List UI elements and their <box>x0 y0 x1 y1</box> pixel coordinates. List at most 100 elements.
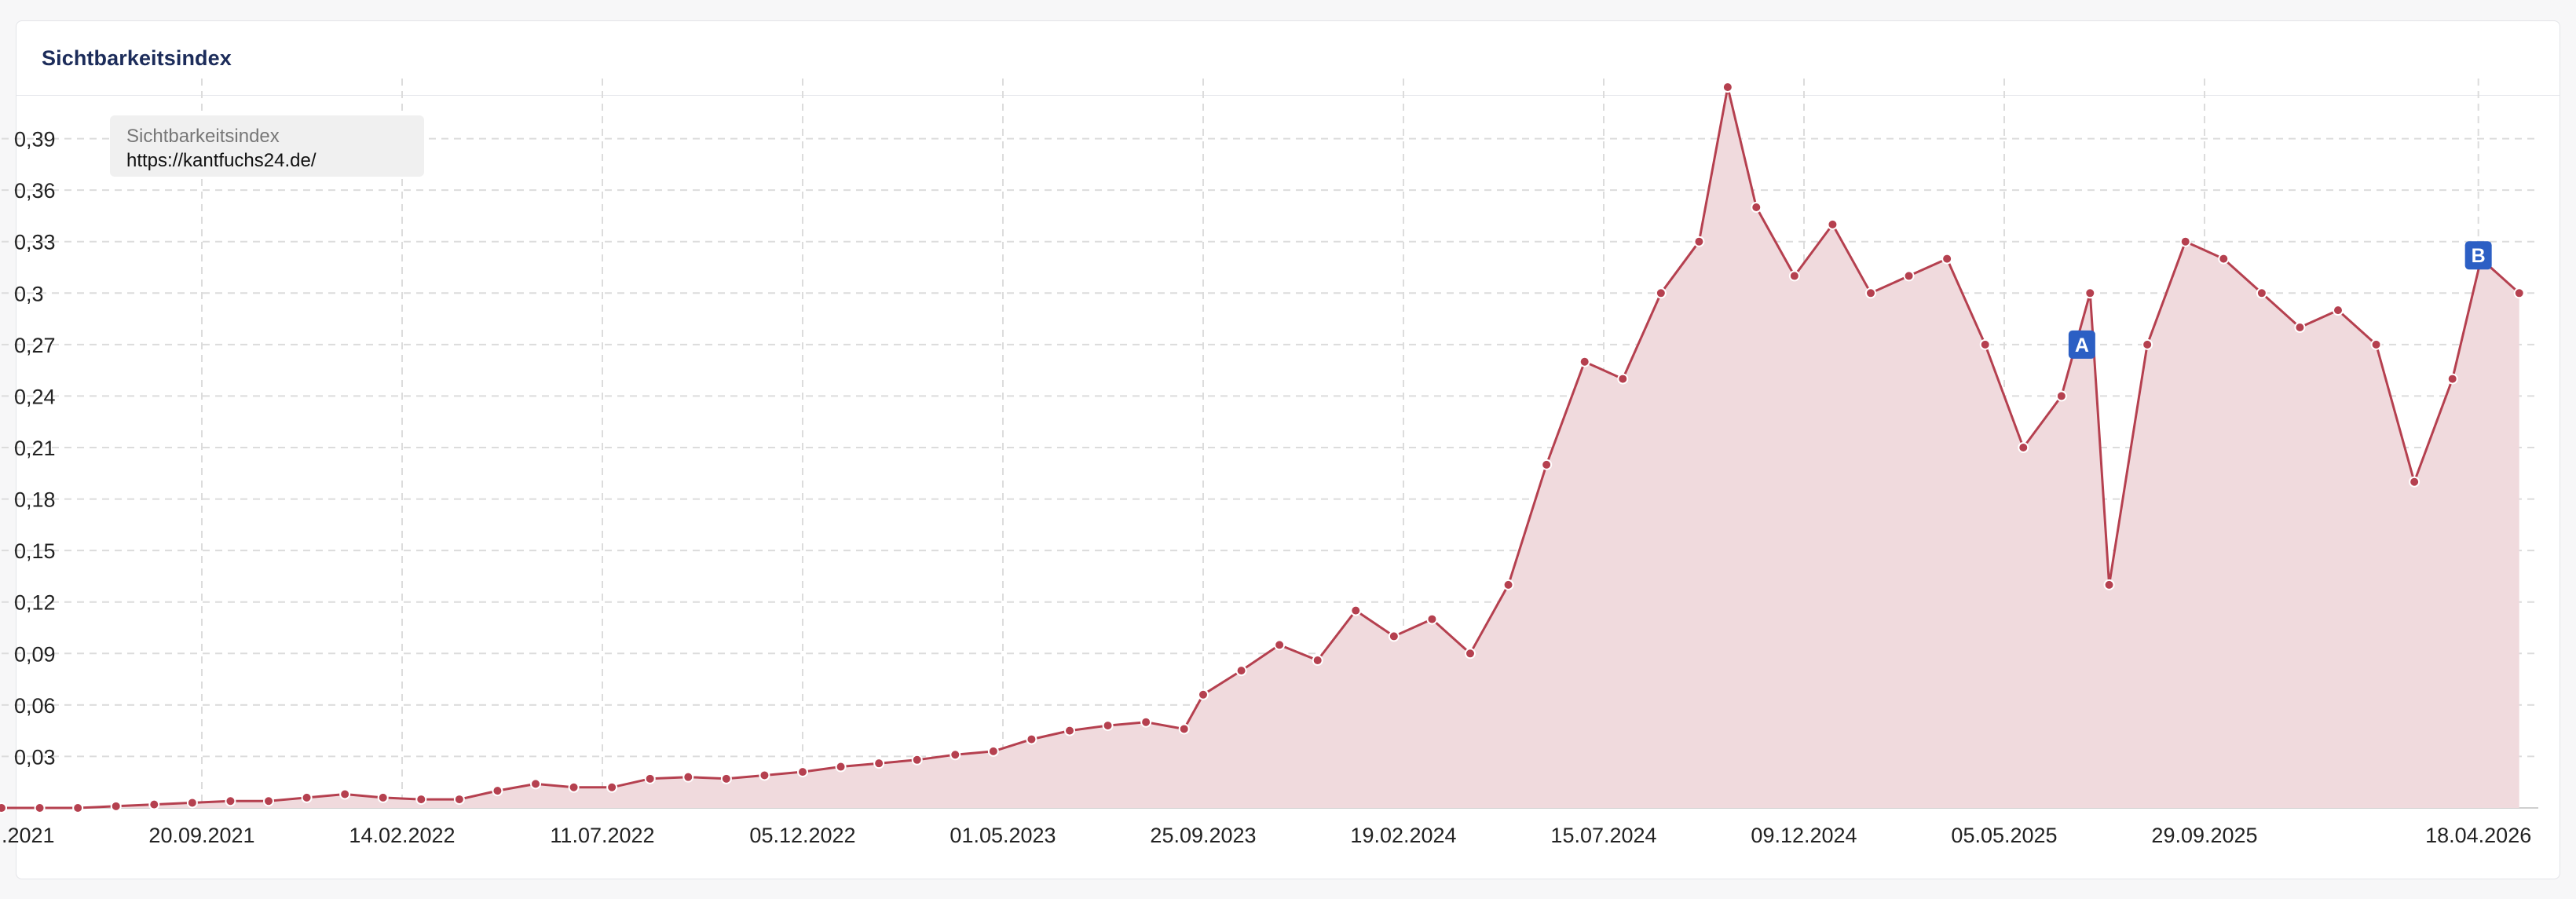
data-point <box>1693 236 1705 247</box>
data-point <box>1751 202 1762 213</box>
y-tick-label: 0,24 <box>14 385 56 408</box>
y-tick-label: 0,18 <box>14 488 56 512</box>
legend-tooltip: Sichtbarkeitsindex https://kantfuchs24.d… <box>110 115 424 177</box>
data-point <box>1788 270 1800 282</box>
annotation-label: B <box>2472 245 2486 267</box>
data-point <box>1026 733 1037 745</box>
x-tick-label: 01.05.2023 <box>950 824 1056 847</box>
data-point <box>1426 613 1438 625</box>
legend-url: https://kantfuchs24.de/ <box>126 150 317 171</box>
data-point <box>1941 253 1953 265</box>
data-point <box>1064 725 1075 736</box>
x-tick-label: 11.07.2022 <box>550 824 654 847</box>
data-point <box>2409 476 2420 488</box>
x-tick-label: 15.07.2024 <box>1550 824 1656 847</box>
data-point <box>1979 338 1991 350</box>
data-point <box>377 791 389 803</box>
data-point <box>110 800 122 812</box>
y-tick-label: 0,15 <box>14 539 56 563</box>
y-tick-label: 0,36 <box>14 179 56 203</box>
y-tick-label: 0,03 <box>14 745 56 769</box>
data-point <box>911 754 923 766</box>
x-tick-label: 19.02.2024 <box>1350 824 1456 847</box>
x-tick-label: 20.09.2021 <box>148 824 254 847</box>
data-point <box>2179 236 2191 247</box>
data-point <box>34 802 46 813</box>
data-point <box>568 781 580 793</box>
data-point <box>339 788 351 800</box>
data-point <box>682 771 694 783</box>
data-point <box>2055 390 2067 402</box>
data-point <box>1617 373 1629 385</box>
data-point <box>1388 630 1400 642</box>
data-point <box>720 773 732 784</box>
data-point <box>2256 287 2267 299</box>
data-point <box>415 794 427 806</box>
data-point <box>1722 82 1733 93</box>
data-point <box>1541 459 1553 470</box>
data-point <box>301 791 313 803</box>
x-tick-label: 05.12.2022 <box>749 824 855 847</box>
x-tick-label: 18.04.2026 <box>2425 824 2531 847</box>
data-point <box>1903 270 1915 282</box>
data-point <box>492 785 503 797</box>
y-tick-label: 0,06 <box>14 694 56 718</box>
data-point <box>1865 287 1876 299</box>
data-point <box>2446 373 2458 385</box>
data-point <box>1827 218 1839 230</box>
data-point <box>225 795 236 807</box>
legend-title: Sichtbarkeitsindex <box>126 126 280 147</box>
data-point <box>2294 322 2306 333</box>
data-point <box>873 758 885 769</box>
data-point <box>797 766 808 778</box>
y-tick-label: 0,33 <box>14 231 56 254</box>
data-point <box>2218 253 2230 265</box>
data-point <box>606 781 618 793</box>
data-point <box>2513 287 2525 299</box>
data-point <box>1102 720 1114 732</box>
y-tick-label: 0,12 <box>14 591 56 615</box>
data-point <box>2084 287 2096 299</box>
y-tick-label: 0,27 <box>14 334 56 357</box>
data-point <box>1465 648 1476 660</box>
data-point <box>2103 579 2115 590</box>
data-point <box>987 745 999 757</box>
data-point <box>1274 639 1286 651</box>
data-point <box>1655 287 1667 299</box>
data-point <box>148 799 160 810</box>
x-tick-label: 29.09.2025 <box>2151 824 2257 847</box>
data-point <box>453 794 465 806</box>
annotation-marker-a[interactable]: A <box>2068 330 2095 359</box>
data-point <box>759 769 770 781</box>
y-tick-label: 0,21 <box>14 437 56 460</box>
data-point <box>1178 723 1190 735</box>
data-point <box>0 802 7 813</box>
y-axis: 0,03 0,06 0,09 0,12 0,15 0,18 0,21 0,24 0,27 0,3 0… <box>14 128 56 769</box>
data-point <box>72 802 84 813</box>
y-tick-label: 0,09 <box>14 642 56 666</box>
data-point <box>2333 305 2344 316</box>
data-point <box>1579 356 1590 367</box>
y-tick-label: 0,3 <box>14 282 44 305</box>
data-point <box>186 797 198 809</box>
annotation-label: A <box>2075 334 2089 356</box>
data-point <box>1350 605 1362 616</box>
x-tick-label: 25.09.2023 <box>1150 824 1256 847</box>
data-point <box>1502 579 1514 590</box>
y-tick-label: 0,39 <box>14 128 56 152</box>
data-point <box>530 778 541 790</box>
data-point <box>1312 655 1323 667</box>
x-tick-label: 09.12.2024 <box>1751 824 1857 847</box>
data-point <box>1198 689 1209 700</box>
data-point <box>2142 338 2153 350</box>
x-tick-label: 05.05.2025 <box>1951 824 2057 847</box>
data-point <box>835 761 847 773</box>
x-tick-label: 14.02.2022 <box>349 824 455 847</box>
data-point <box>644 773 656 784</box>
data-point <box>1140 716 1152 728</box>
data-point <box>1235 665 1247 677</box>
data-point <box>950 749 961 761</box>
data-point <box>2370 338 2382 350</box>
data-point <box>263 795 274 807</box>
annotation-marker-b[interactable]: B <box>2464 241 2492 270</box>
